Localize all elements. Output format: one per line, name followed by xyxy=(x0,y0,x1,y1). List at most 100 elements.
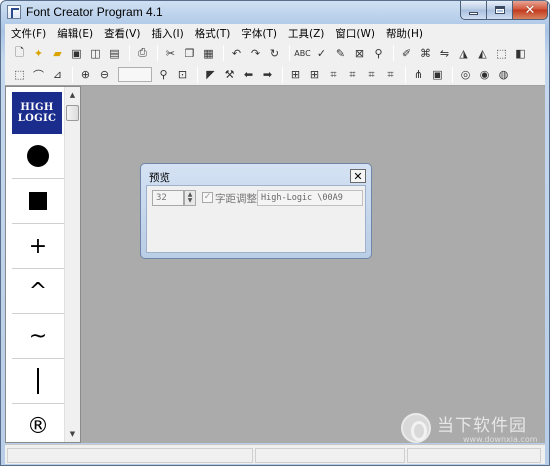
save-all-icon[interactable]: ◫ xyxy=(87,45,104,62)
toolbar-separator xyxy=(289,45,290,61)
crop-c-icon[interactable]: ⌗ xyxy=(363,66,380,83)
size-spinner[interactable]: ▲ ▼ xyxy=(184,190,196,206)
menu-view[interactable]: 查看(V) xyxy=(104,26,140,41)
glyph-cell-registered[interactable]: ® xyxy=(12,404,64,449)
standard-toolbar: 🗋 ✦ ▰ ▣ ◫ ▤ ⎙ ✂ ❐ ▦ ↶ ↷ ↻ ABC ✓ ✎ ⊠ ⚲ ✐ … xyxy=(5,42,545,64)
circle-c-icon[interactable]: ◍ xyxy=(495,66,512,83)
redo-icon[interactable]: ↷ xyxy=(247,45,264,62)
menu-file[interactable]: 文件(F) xyxy=(11,26,46,41)
close-icon: ✕ xyxy=(353,169,363,183)
preview-text-input[interactable]: High-Logic \00A9 xyxy=(257,190,363,206)
zoom-icon[interactable]: ⚲ xyxy=(155,66,172,83)
abc-icon[interactable]: ABC xyxy=(294,45,311,62)
kerning-checkbox[interactable]: ✓ xyxy=(202,192,213,203)
minimize-icon xyxy=(469,11,478,15)
glyph-panel-scrollbar[interactable]: ▲ ▼ xyxy=(64,87,80,442)
search-icon[interactable]: ⚲ xyxy=(370,45,387,62)
pointer-icon[interactable]: ◤ xyxy=(202,66,219,83)
glyph-list: HIGH LOGIC + ^ ~ ® xyxy=(12,92,64,449)
save-icon[interactable]: ▣ xyxy=(68,45,85,62)
glyph-cell-bar[interactable] xyxy=(12,359,64,404)
zoom-out-icon[interactable]: ⊖ xyxy=(96,66,113,83)
undo-icon[interactable]: ↶ xyxy=(228,45,245,62)
glyph-cell-square[interactable] xyxy=(12,179,64,224)
menu-format[interactable]: 格式(T) xyxy=(195,26,231,41)
lasso-icon[interactable]: ⌒ xyxy=(30,66,47,83)
menu-bar: 文件(F) 编辑(E) 查看(V) 插入(I) 格式(T) 字体(T) 工具(Z… xyxy=(5,24,545,42)
zoom-field[interactable] xyxy=(118,67,152,82)
paint-icon[interactable]: ✎ xyxy=(332,45,349,62)
arrow-left-icon[interactable]: ⬅ xyxy=(240,66,257,83)
glyph-bullet xyxy=(27,145,49,167)
crop-a-icon[interactable]: ⌗ xyxy=(325,66,342,83)
menu-help[interactable]: 帮助(H) xyxy=(386,26,423,41)
high-logic-logo[interactable]: HIGH LOGIC xyxy=(12,92,62,134)
shape-b-icon[interactable]: ◧ xyxy=(512,45,529,62)
glyph-cell-bullet[interactable] xyxy=(12,134,64,179)
tree-icon[interactable]: ⋔ xyxy=(410,66,427,83)
scroll-thumb[interactable] xyxy=(66,105,79,121)
zoom-in-icon[interactable]: ⊕ xyxy=(77,66,94,83)
mdi-workspace xyxy=(81,86,545,443)
menu-window[interactable]: 窗口(W) xyxy=(335,26,375,41)
arrow-right-icon[interactable]: ➡ xyxy=(259,66,276,83)
watermark-logo xyxy=(401,413,431,443)
copy-icon[interactable]: ❐ xyxy=(181,45,198,62)
scroll-down-icon[interactable]: ▼ xyxy=(65,426,80,442)
preview-window: 预览 ✕ 32 ▲ ▼ ✓ 字距调整 High-Logic \00A9 xyxy=(140,163,372,259)
maximize-button[interactable] xyxy=(486,1,513,20)
watermark-url: www.downxia.com xyxy=(463,435,538,444)
crop-d-icon[interactable]: ⌗ xyxy=(382,66,399,83)
open-star-icon[interactable]: ✦ xyxy=(30,45,47,62)
minimize-button[interactable] xyxy=(460,1,487,20)
window-title: Font Creator Program 4.1 xyxy=(26,5,163,19)
zoom-fit-icon[interactable]: ⊡ xyxy=(174,66,191,83)
triangle-left-icon[interactable]: ◮ xyxy=(455,45,472,62)
node-icon[interactable]: ⌘ xyxy=(417,45,434,62)
scroll-up-icon[interactable]: ▲ xyxy=(65,87,80,103)
circle-a-icon[interactable]: ◎ xyxy=(457,66,474,83)
menu-insert[interactable]: 插入(I) xyxy=(151,26,183,41)
tool-icon[interactable]: ⚒ xyxy=(221,66,238,83)
menu-edit[interactable]: 编辑(E) xyxy=(57,26,93,41)
spin-down-icon[interactable]: ▼ xyxy=(188,198,193,204)
glyph-tilde: ~ xyxy=(28,323,48,349)
preview-close-button[interactable]: ✕ xyxy=(350,169,366,183)
menu-tools[interactable]: 工具(Z) xyxy=(288,26,324,41)
frame-icon[interactable]: ▣ xyxy=(429,66,446,83)
pen-icon[interactable]: ✐ xyxy=(398,45,415,62)
toolbar-separator xyxy=(405,66,406,83)
cut-icon[interactable]: ✂ xyxy=(162,45,179,62)
open-folder-icon[interactable]: ▰ xyxy=(49,45,66,62)
toolbar-separator xyxy=(223,45,224,61)
status-pane-2 xyxy=(255,448,405,463)
triangle-right-icon[interactable]: ◭ xyxy=(474,45,491,62)
glyph-cell-tilde[interactable]: ~ xyxy=(12,314,64,359)
new-icon[interactable]: 🗋 xyxy=(11,45,28,62)
print-icon[interactable]: ⎙ xyxy=(134,45,151,62)
preview-size-input[interactable]: 32 xyxy=(152,190,184,206)
crop-b-icon[interactable]: ⌗ xyxy=(344,66,361,83)
select-rect-icon[interactable]: ⬚ xyxy=(11,66,28,83)
glyph-panel: HIGH LOGIC + ^ ~ ® ▲ ▼ xyxy=(5,86,81,443)
shape-a-icon[interactable]: ⬚ xyxy=(493,45,510,62)
kerning-label: 字距调整 xyxy=(215,193,257,205)
circle-b-icon[interactable]: ◉ xyxy=(476,66,493,83)
grid-a-icon[interactable]: ⊞ xyxy=(287,66,304,83)
glyph-registered: ® xyxy=(27,414,49,439)
close-button[interactable]: ✕ xyxy=(512,1,548,20)
close-doc-icon[interactable]: ▤ xyxy=(106,45,123,62)
glyph-cell-caret[interactable]: ^ xyxy=(12,269,64,314)
paste-icon[interactable]: ▦ xyxy=(200,45,217,62)
toolbar-separator xyxy=(452,66,453,83)
title-bar[interactable]: Font Creator Program 4.1 ✕ xyxy=(1,1,549,23)
menu-font[interactable]: 字体(T) xyxy=(241,26,277,41)
grid-b-icon[interactable]: ⊞ xyxy=(306,66,323,83)
refresh-icon[interactable]: ↻ xyxy=(266,45,283,62)
app-icon[interactable] xyxy=(7,5,21,19)
spell-icon[interactable]: ✓ xyxy=(313,45,330,62)
glyph-cell-plus[interactable]: + xyxy=(12,224,64,269)
flip-icon[interactable]: ⇋ xyxy=(436,45,453,62)
preview-icon[interactable]: ⊠ xyxy=(351,45,368,62)
measure-icon[interactable]: ⊿ xyxy=(49,66,66,83)
